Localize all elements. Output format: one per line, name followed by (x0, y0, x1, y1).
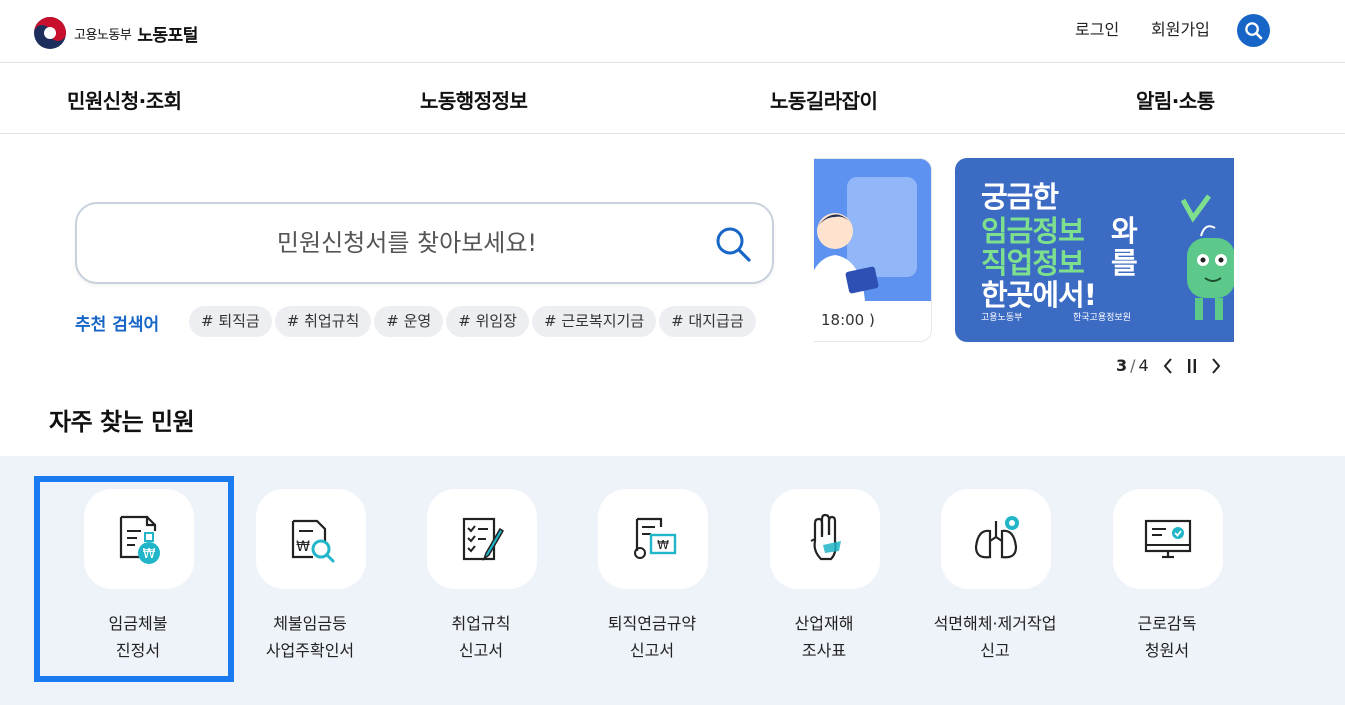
banner-carousel: 18:00 ) 궁금한 임금정보 와 직업정보 를 한곳에서! 고용노동부 한국… (814, 158, 1234, 344)
petition-card-asbestos-removal[interactable]: 석면해체·제거작업 신고 (893, 476, 1093, 682)
nav-item-civil-petition[interactable]: 민원신청·조회 (67, 85, 182, 114)
pause-icon[interactable] (1187, 358, 1197, 374)
tag-keyword[interactable]: # 위임장 (446, 306, 529, 337)
raised-hand-icon (810, 513, 841, 561)
main-nav: 민원신청·조회 노동행정정보 노동길라잡이 알림·소통 (0, 63, 1345, 134)
petition-search-box (75, 202, 774, 284)
petition-card-pension-rules[interactable]: ₩ 퇴직연금규약 신고서 (550, 476, 750, 682)
taegeuk-logo-icon (34, 17, 66, 49)
mascot-character-icon (1180, 194, 1234, 320)
frequent-petitions-title: 자주 찾는 민원 (49, 408, 195, 436)
site-logo[interactable]: 고용노동부 노동포털 (33, 16, 198, 50)
petition-search-input[interactable] (117, 204, 697, 282)
lungs-icon (974, 516, 1019, 559)
wage-document-icon: ₩ (119, 515, 160, 564)
nav-item-labor-guide[interactable]: 노동길라잡이 (770, 85, 878, 114)
svg-text:₩: ₩ (296, 539, 310, 555)
card-icon-container (1113, 489, 1223, 589)
card-icon-container (427, 489, 537, 589)
banner-footer-agency: 한국고용정보원 (1073, 313, 1131, 323)
petition-card-employer-confirmation[interactable]: ₩ 체불임금등 사업주확인서 (208, 476, 408, 682)
petition-card-work-rules[interactable]: 취업규칙 신고서 (379, 476, 579, 682)
consultant-illustration-icon (814, 159, 931, 301)
tag-keyword[interactable]: # 퇴직금 (189, 306, 272, 337)
pager-separator: / (1130, 356, 1136, 375)
chevron-left-icon[interactable] (1163, 357, 1173, 374)
card-icon-container: ₩ (256, 489, 366, 589)
banner-illustration (814, 159, 931, 301)
document-magnifier-icon: ₩ (291, 519, 335, 563)
svg-text:₩: ₩ (657, 538, 669, 552)
site-header: 고용노동부 노동포털 로그인 회원가입 (0, 0, 1345, 63)
tag-keyword[interactable]: # 취업규칙 (274, 306, 372, 337)
portal-name: 노동포털 (137, 25, 198, 46)
petition-card-industrial-accident[interactable]: 산업재해 조사표 (722, 476, 922, 682)
recommended-tags: # 퇴직금 # 취업규칙 # 운영 # 위임장 # 근로복지기금 # 대지급금 (189, 306, 773, 338)
pension-certificate-icon: ₩ (634, 517, 677, 559)
nav-item-notice[interactable]: 알림·소통 (1136, 85, 1215, 114)
banner-time-text: 18:00 ) (821, 311, 875, 329)
join-link[interactable]: 회원가입 (1151, 16, 1210, 40)
login-link[interactable]: 로그인 (1075, 16, 1119, 40)
tag-keyword[interactable]: # 근로복지기금 (531, 306, 657, 337)
banner-line: 한곳에서! (981, 278, 1097, 312)
checklist-pen-icon (462, 517, 505, 562)
pager-current: 3 (1116, 356, 1128, 375)
banner-pager: 3 / 4 (1116, 356, 1221, 375)
svg-text:₩: ₩ (143, 547, 156, 562)
card-label: 근로감독 청원서 (1065, 610, 1269, 664)
recommended-keywords-label: 추천 검색어 (75, 315, 160, 335)
banner-slide-current[interactable]: 궁금한 임금정보 와 직업정보 를 한곳에서! 고용노동부 한국고용정보원 (955, 158, 1234, 342)
petition-card-wage-arrears[interactable]: ₩ 임금체불 진정서 (34, 476, 234, 682)
card-icon-container (770, 489, 880, 589)
card-label-line2: 청원서 (1144, 641, 1190, 660)
search-icon[interactable] (713, 224, 753, 264)
petition-card-labor-inspection[interactable]: 근로감독 청원서 (1065, 476, 1265, 682)
nav-item-labor-admin-info[interactable]: 노동행정정보 (420, 85, 528, 114)
tag-keyword[interactable]: # 운영 (374, 306, 444, 337)
ministry-name: 고용노동부 (74, 27, 132, 43)
banner-slide-previous[interactable]: 18:00 ) (814, 158, 932, 342)
banner-footer-ministry: 고용노동부 (981, 313, 1023, 323)
card-icon-container (941, 489, 1051, 589)
card-icon-container: ₩ (598, 489, 708, 589)
search-icon (1245, 22, 1263, 40)
card-label-line1: 근로감독 (1137, 614, 1197, 633)
chevron-right-icon[interactable] (1211, 357, 1221, 374)
header-search-button[interactable] (1237, 14, 1270, 47)
card-icon-container: ₩ (84, 489, 194, 589)
tag-keyword[interactable]: # 대지급금 (659, 306, 756, 337)
banner-line: 를 (1111, 246, 1138, 280)
pager-total: 4 (1138, 356, 1149, 375)
monitor-check-icon (1144, 519, 1192, 559)
